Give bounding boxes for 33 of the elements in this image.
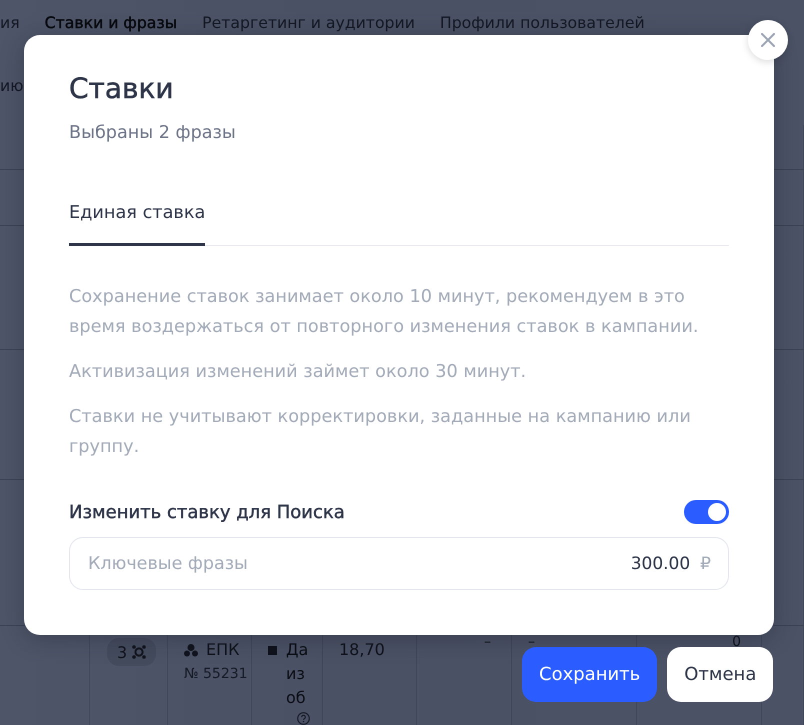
page-tab[interactable]: Ставки и фразы xyxy=(44,13,178,32)
note-text: Активизация изменений займет около 30 минут. xyxy=(69,361,528,384)
dialog-subtitle: Выбраны 2 фразы xyxy=(69,122,237,145)
note-text: Сохранение ставок занимает около 10 минут, рекомендуем в это время воздержаться от повторного изменения ставок в кампании. xyxy=(69,286,700,339)
close-icon xyxy=(761,33,775,47)
cancel-button[interactable]: Отмена xyxy=(667,647,774,702)
toolbar-text: ию xyxy=(0,76,24,94)
currency-symbol: ₽ xyxy=(700,554,711,574)
help-icon xyxy=(297,712,310,725)
page-tab[interactable]: Профили пользователей xyxy=(440,13,645,32)
table-cell: 0 xyxy=(732,637,741,648)
tab[interactable]: Единая ставка xyxy=(69,201,206,246)
switch-label: Изменить ставку для Поиска xyxy=(69,502,345,522)
page-tab[interactable]: ия xyxy=(0,13,20,32)
status-text: Да из об xyxy=(286,639,310,709)
target-icon xyxy=(132,645,146,659)
campaign-name: ЕПК xyxy=(206,639,240,661)
table-cell: 18,70 xyxy=(339,640,385,659)
field-label: Ключевые фразы xyxy=(88,554,249,574)
square-icon xyxy=(268,646,277,655)
note-text: Ставки не учитывают корректировки, заданные на кампанию или группу. xyxy=(69,406,692,459)
toggle-switch[interactable] xyxy=(684,500,729,524)
field-value: 300.00 xyxy=(630,554,690,574)
close-button[interactable] xyxy=(748,20,788,60)
page-tab[interactable]: Ретаргетинг и аудитории xyxy=(202,13,415,32)
dialog-title: Ставки xyxy=(69,71,175,107)
bid-input-field[interactable]: Ключевые фразы 300.00 ₽ xyxy=(69,537,729,590)
table-cell-text: – xyxy=(528,637,536,648)
count-badge[interactable]: 3 xyxy=(107,638,156,666)
circles-icon xyxy=(184,644,198,656)
save-button[interactable]: Сохранить xyxy=(522,647,658,702)
table-cell: – xyxy=(484,637,491,648)
campaign-number: № 55231 xyxy=(184,665,248,684)
